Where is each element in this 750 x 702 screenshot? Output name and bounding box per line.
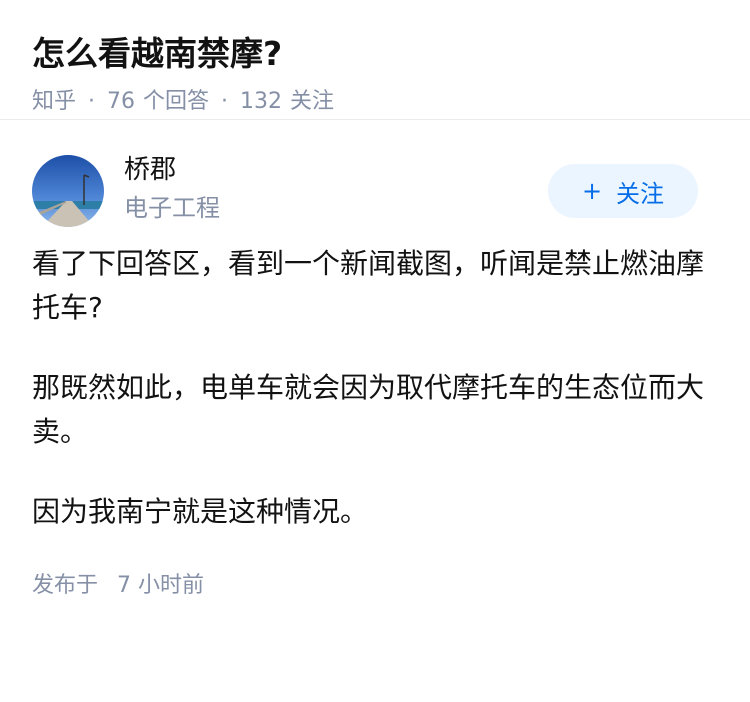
follow-button-label: 关注 xyxy=(616,179,665,208)
author-info: 桥郡 电子工程 xyxy=(124,152,220,226)
author-row: 桥郡 电子工程 + 关注 xyxy=(32,152,718,256)
answer-paragraph: 那既然如此，电单车就会因为取代摩托车的生态位而大卖。 xyxy=(32,371,705,448)
answer-paragraph: 因为我南宁就是这种情况。 xyxy=(32,495,369,528)
source-label: 知乎 xyxy=(32,89,77,114)
author-name[interactable]: 桥郡 xyxy=(124,152,220,188)
answer-count: 76 xyxy=(107,89,136,114)
author-headline: 电子工程 xyxy=(124,194,220,222)
follow-button[interactable]: + 关注 xyxy=(548,164,698,218)
meta-separator: · xyxy=(221,89,229,114)
question-header: 怎么看越南禁摩? 知乎 · 76 个回答 · 132 关注 xyxy=(0,0,750,120)
follower-count-label: 关注 xyxy=(290,89,335,114)
question-title[interactable]: 怎么看越南禁摩? xyxy=(32,30,718,78)
avatar[interactable] xyxy=(32,155,104,227)
answer-body: 看了下回答区，看到一个新闻截图，听闻是禁止燃油摩托车? 那既然如此，电单车就会因… xyxy=(32,242,718,534)
publish-time: 发布于 7 小时前 xyxy=(32,570,718,602)
answer-card: 桥郡 电子工程 + 关注 看了下回答区，看到一个新闻截图，听闻是禁止燃油摩托车?… xyxy=(0,152,750,602)
follower-count: 132 xyxy=(240,89,283,114)
plus-icon: + xyxy=(581,177,603,205)
answer-count-label[interactable]: 个回答 xyxy=(143,86,209,118)
publish-time-value: 7 小时前 xyxy=(117,573,205,598)
publish-prefix: 发布于 xyxy=(32,573,99,598)
question-meta: 知乎 · 76 个回答 · 132 关注 xyxy=(32,86,718,118)
pier-photo-icon xyxy=(32,155,104,227)
meta-separator: · xyxy=(88,89,96,114)
